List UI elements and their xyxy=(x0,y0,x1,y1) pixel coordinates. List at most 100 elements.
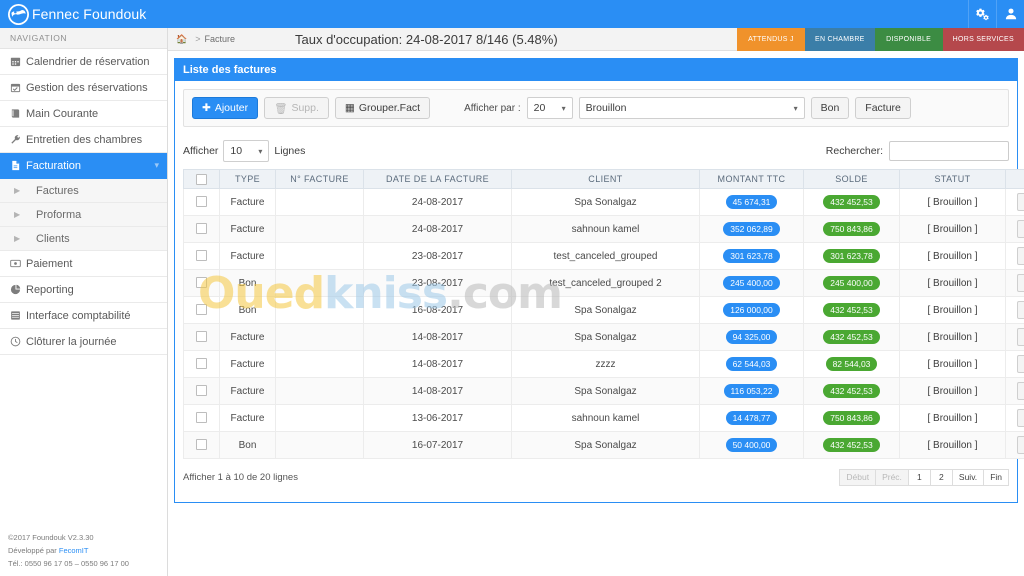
sidebar-item-factures[interactable]: ▶ Factures xyxy=(0,179,167,203)
sidebar-item-paiement[interactable]: Paiement xyxy=(0,251,167,277)
table-row[interactable]: Facture 14-08-2017 zzzz 62 544,03 82 544,03 [… xyxy=(183,350,1024,378)
sidebar-item-clients[interactable]: ▶ Clients xyxy=(0,227,167,251)
column-header-montant-ttc[interactable]: MONTANT TTC xyxy=(699,169,804,189)
table-row[interactable]: Facture 24-08-2017 sahnoun kamel 352 062,89… xyxy=(183,215,1024,243)
row-actions-button[interactable]: ▦▾ xyxy=(1016,355,1024,373)
pagination-page-1[interactable]: 1 xyxy=(908,468,931,486)
sidebar-item-gestion-des-reservations[interactable]: Gestion des réservations xyxy=(0,75,167,101)
pagination-debut[interactable]: Début xyxy=(839,468,877,486)
column-header-solde[interactable]: SOLDE xyxy=(803,169,900,189)
row-actions-button[interactable]: ▦▾ xyxy=(1016,193,1024,211)
row-checkbox[interactable] xyxy=(196,277,207,289)
cell-actions[interactable]: ▦▾ xyxy=(1005,323,1024,351)
row-actions-button[interactable]: ▦▾ xyxy=(1016,436,1024,454)
sidebar-item-main-courante[interactable]: Main Courante xyxy=(0,101,167,127)
row-select-cell[interactable] xyxy=(183,323,220,351)
column-header-numero[interactable]: N° FACTURE xyxy=(275,169,364,189)
pagination-page-2[interactable]: 2 xyxy=(930,468,953,486)
row-checkbox[interactable] xyxy=(196,250,207,262)
bon-filter-button[interactable]: Bon xyxy=(810,97,850,119)
cell-actions[interactable]: ▦▾ xyxy=(1005,242,1024,270)
cell-actions[interactable]: ▦▾ xyxy=(1005,269,1024,297)
cell-actions[interactable]: ▦▾ xyxy=(1005,188,1024,216)
table-row[interactable]: Facture 14-08-2017 Spa Sonalgaz 94 325,00 43… xyxy=(183,323,1024,351)
home-icon[interactable]: 🏠 xyxy=(176,34,187,45)
cell-client: test_canceled_grouped xyxy=(511,242,700,270)
sidebar-item-interface-comptabilite[interactable]: Interface comptabilité xyxy=(0,303,167,329)
row-checkbox[interactable] xyxy=(196,304,207,316)
cell-actions[interactable]: ▦▾ xyxy=(1005,215,1024,243)
search-input[interactable] xyxy=(889,141,1009,161)
gears-icon[interactable] xyxy=(968,0,996,28)
table-row[interactable]: Facture 13-06-2017 sahnoun kamel 14 478,77 7… xyxy=(183,404,1024,432)
brand[interactable]: Fennec Foundouk xyxy=(0,0,180,28)
sidebar-item-entretien-des-chambres[interactable]: Entretien des chambres xyxy=(0,127,167,153)
pagination-prev[interactable]: Préc. xyxy=(876,468,909,486)
cell-actions[interactable]: ▦▾ xyxy=(1005,431,1024,459)
page-size-select[interactable]: 20 ▾ xyxy=(526,97,573,119)
select-all-header[interactable] xyxy=(183,169,220,189)
top-bar: Fennec Foundouk xyxy=(0,0,1024,28)
legend-chip-hors-services[interactable]: HORS SERVICES xyxy=(942,28,1024,51)
row-select-cell[interactable] xyxy=(183,404,220,432)
group-invoices-button[interactable]: ▦ Grouper.Fact xyxy=(334,97,431,119)
row-checkbox[interactable] xyxy=(196,331,207,343)
legend-chip-attendus[interactable]: ATTENDUS J xyxy=(736,28,805,51)
sidebar-item-facturation[interactable]: Facturation ▾ xyxy=(0,153,167,179)
sidebar-item-calendrier-de-reservation[interactable]: Calendrier de réservation xyxy=(0,49,167,75)
sidebar-item-reporting[interactable]: Reporting xyxy=(0,277,167,303)
column-header-client[interactable]: CLIENT xyxy=(511,169,700,189)
cell-actions[interactable]: ▦▾ xyxy=(1005,350,1024,378)
delete-button[interactable]: 🗑 Supp. xyxy=(264,97,329,119)
row-actions-button[interactable]: ▦▾ xyxy=(1016,220,1024,238)
row-select-cell[interactable] xyxy=(183,188,220,216)
column-header-statut[interactable]: STATUT xyxy=(899,169,1006,189)
cell-actions[interactable]: ▦▾ xyxy=(1005,404,1024,432)
row-checkbox[interactable] xyxy=(196,196,207,208)
add-button[interactable]: ✚ Ajouter xyxy=(192,97,259,119)
row-select-cell[interactable] xyxy=(183,431,220,459)
table-row[interactable]: Facture 24-08-2017 Spa Sonalgaz 45 674,31 43… xyxy=(183,188,1024,216)
cell-montant-ttc: 352 062,89 xyxy=(699,215,804,243)
row-actions-button[interactable]: ▦▾ xyxy=(1016,301,1024,319)
row-select-cell[interactable] xyxy=(183,242,220,270)
legend-chip-disponible[interactable]: DISPONIBLE xyxy=(874,28,943,51)
table-row[interactable]: Bon 16-07-2017 Spa Sonalgaz 50 400,00 432 45… xyxy=(183,431,1024,459)
select-all-checkbox[interactable] xyxy=(196,173,207,185)
user-icon[interactable] xyxy=(996,0,1024,28)
pagination-fin[interactable]: Fin xyxy=(984,468,1009,486)
sidebar-item-cloturer-la-journee[interactable]: Clôturer la journée xyxy=(0,329,167,355)
rows-per-page-select[interactable]: 10 ▾ xyxy=(223,140,270,162)
developer-link[interactable]: FecomIT xyxy=(59,546,89,555)
row-actions-button[interactable]: ▦▾ xyxy=(1016,328,1024,346)
legend-chip-en-chambre[interactable]: EN CHAMBRE xyxy=(804,28,875,51)
row-actions-button[interactable]: ▦▾ xyxy=(1016,247,1024,265)
row-actions-button[interactable]: ▦▾ xyxy=(1016,274,1024,292)
table-row[interactable]: Facture 23-08-2017 test_canceled_grouped 30… xyxy=(183,242,1024,270)
facture-filter-button[interactable]: Facture xyxy=(855,97,911,119)
table-row[interactable]: Bon 16-08-2017 Spa Sonalgaz 126 000,00 432 4… xyxy=(183,296,1024,324)
row-checkbox[interactable] xyxy=(196,412,207,424)
sidebar-item-proforma[interactable]: ▶ Proforma xyxy=(0,203,167,227)
row-select-cell[interactable] xyxy=(183,377,220,405)
cell-montant-ttc: 116 053,22 xyxy=(699,377,804,405)
row-actions-button[interactable]: ▦▾ xyxy=(1016,409,1024,427)
row-checkbox[interactable] xyxy=(196,358,207,370)
pagination-next[interactable]: Suiv. xyxy=(952,468,985,486)
cell-actions[interactable]: ▦▾ xyxy=(1005,377,1024,405)
column-header-date[interactable]: DATE DE LA FACTURE xyxy=(363,169,512,189)
row-checkbox[interactable] xyxy=(196,385,207,397)
row-select-cell[interactable] xyxy=(183,296,220,324)
row-select-cell[interactable] xyxy=(183,350,220,378)
row-actions-button[interactable]: ▦▾ xyxy=(1016,382,1024,400)
cell-numero xyxy=(275,350,364,378)
column-header-type[interactable]: TYPE xyxy=(219,169,276,189)
table-row[interactable]: Bon 23-08-2017 test_canceled_grouped 2 245 … xyxy=(183,269,1024,297)
row-checkbox[interactable] xyxy=(196,223,207,235)
row-select-cell[interactable] xyxy=(183,269,220,297)
table-row[interactable]: Facture 14-08-2017 Spa Sonalgaz 116 053,22 4… xyxy=(183,377,1024,405)
row-select-cell[interactable] xyxy=(183,215,220,243)
row-checkbox[interactable] xyxy=(196,439,207,451)
cell-actions[interactable]: ▦▾ xyxy=(1005,296,1024,324)
status-filter-select[interactable]: Brouillon ▾ xyxy=(578,97,805,119)
